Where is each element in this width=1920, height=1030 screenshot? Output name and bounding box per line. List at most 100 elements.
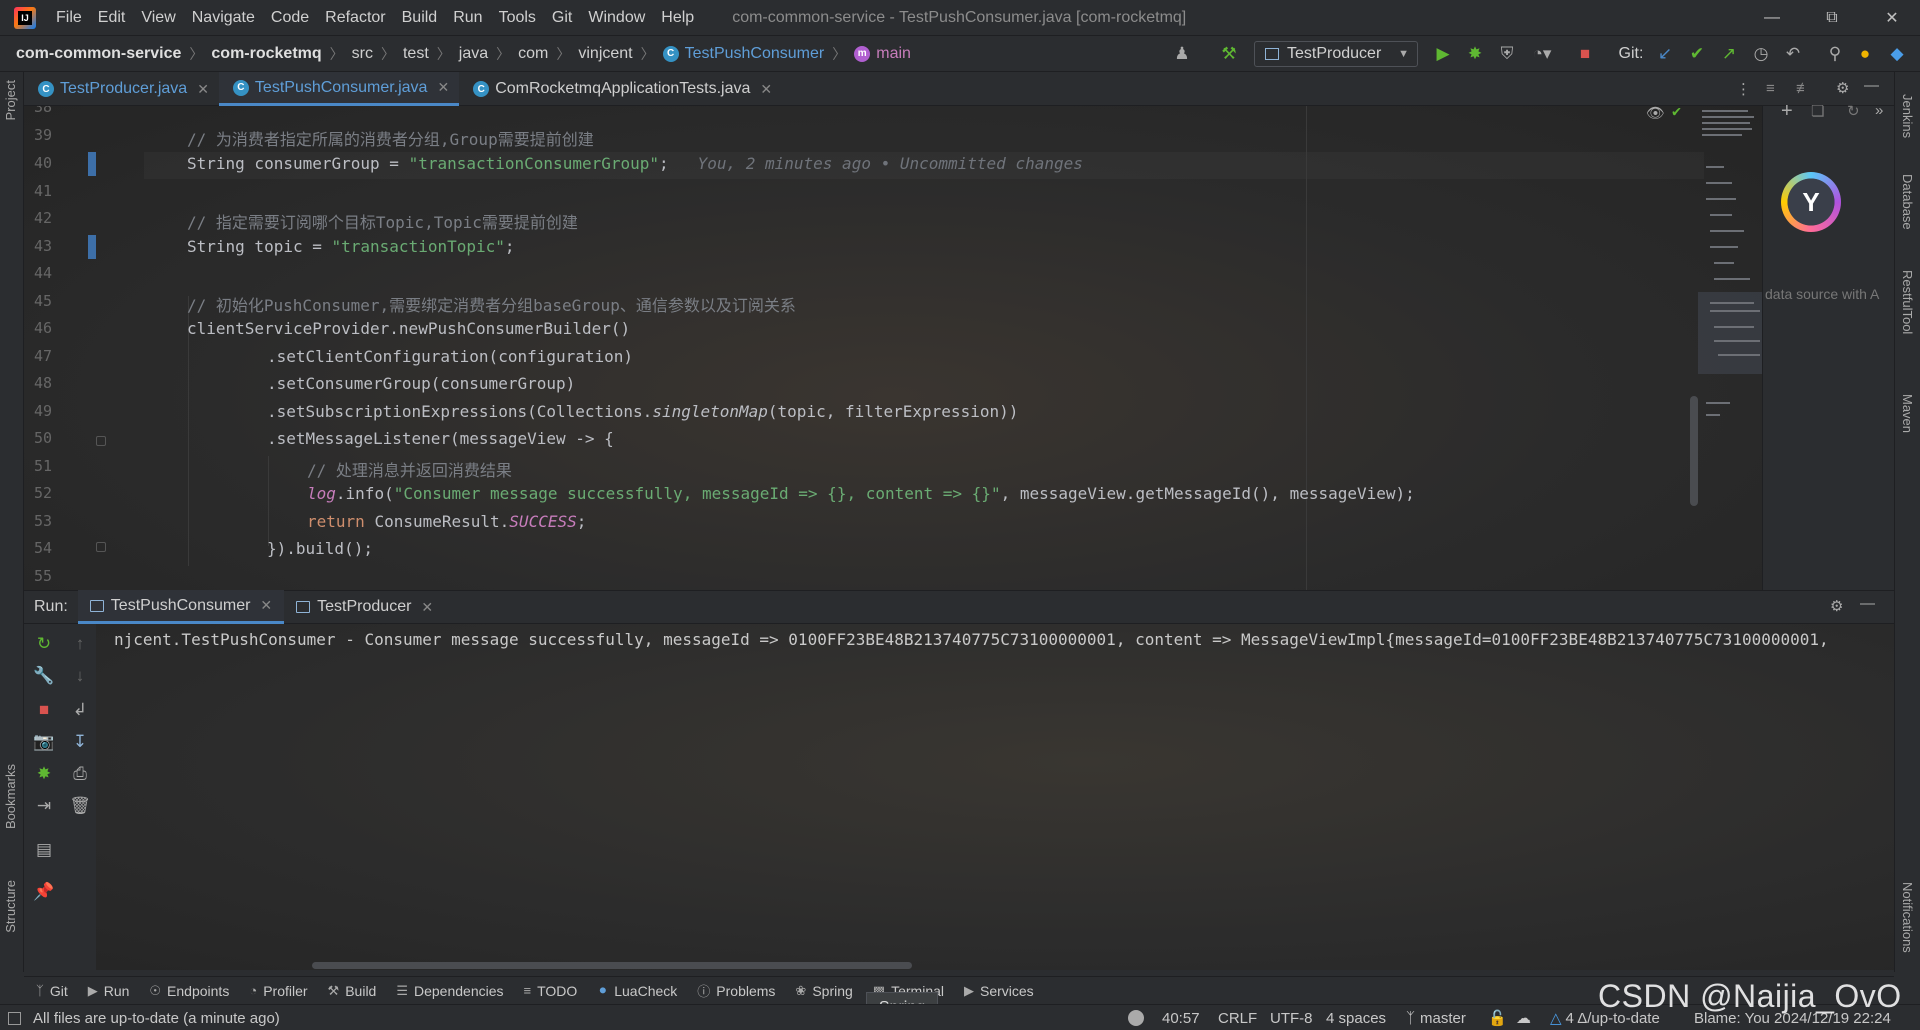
database-tool-window[interactable]: Database: [1900, 174, 1915, 230]
debug-icon[interactable]: ✸: [1460, 36, 1490, 72]
layout-icon[interactable]: ▤: [32, 838, 56, 862]
menu-edit[interactable]: Edit: [90, 9, 134, 27]
tool-todo[interactable]: ≡ TODO: [512, 983, 586, 999]
gear-icon[interactable]: ⚙: [1830, 597, 1843, 615]
toolbox-icon[interactable]: ◆: [1882, 36, 1912, 72]
user-account-icon[interactable]: ♟: [1164, 36, 1200, 72]
breadcrumb-com[interactable]: com: [514, 45, 552, 63]
gear-icon[interactable]: ⚙: [1836, 79, 1849, 97]
hide-panel-icon[interactable]: —: [1864, 77, 1879, 94]
bookmarks-tool-window[interactable]: Bookmarks: [3, 764, 18, 829]
build-hammer-icon[interactable]: ⚒: [1214, 36, 1244, 72]
breadcrumb-src[interactable]: src: [348, 45, 377, 63]
reader-mode-icon[interactable]: 👁: [1646, 106, 1665, 122]
git-commit-icon[interactable]: ✔: [1682, 36, 1712, 72]
caret-position[interactable]: 40:57: [1162, 1005, 1200, 1030]
import-icon[interactable]: ⇥: [32, 794, 56, 818]
run-icon[interactable]: ▶: [1428, 36, 1458, 72]
pin-icon[interactable]: 📌: [32, 880, 56, 904]
menu-code[interactable]: Code: [263, 9, 317, 27]
tool-problems[interactable]: ⓘ Problems: [685, 981, 783, 1000]
soft-wrap-icon[interactable]: ↲: [68, 698, 92, 722]
breadcrumb-module[interactable]: com-rocketmq: [207, 45, 325, 63]
close-icon[interactable]: ✕: [421, 599, 433, 616]
vcs-change-marker[interactable]: [88, 152, 96, 176]
menu-help[interactable]: Help: [653, 9, 702, 27]
tab-comrocketmqapplicationtests[interactable]: C ComRocketmqApplicationTests.java ✕: [459, 72, 782, 106]
add-datasource-icon[interactable]: +: [1781, 100, 1793, 123]
close-icon[interactable]: ✕: [197, 81, 209, 98]
memory-indicator-icon[interactable]: [1128, 1005, 1144, 1030]
hide-panel-icon[interactable]: —: [1860, 595, 1875, 612]
close-icon[interactable]: ✕: [437, 79, 449, 96]
git-update-icon[interactable]: ↙: [1650, 36, 1680, 72]
structure-tool-window[interactable]: Structure: [3, 880, 18, 933]
code-editor[interactable]: 38 39 40 41 42 43 44 45 46 47 48 49 50 5…: [24, 106, 1762, 590]
tab-testpushconsumer[interactable]: C TestPushConsumer.java ✕: [218, 72, 460, 106]
restfultool-tool-window[interactable]: RestfulTool: [1900, 270, 1915, 334]
wrench-icon[interactable]: 🔧: [32, 664, 56, 688]
inline-blame-annotation[interactable]: You, 2 minutes ago • Uncommitted changes: [698, 154, 1083, 173]
line-separator[interactable]: CRLF: [1218, 1005, 1257, 1030]
no-problems-check-icon[interactable]: ✔: [1672, 106, 1681, 120]
tool-dependencies[interactable]: ☰ Dependencies: [384, 983, 511, 999]
run-configuration-select[interactable]: TestProducer ▼: [1254, 41, 1418, 67]
menu-file[interactable]: File: [48, 9, 90, 27]
vcs-change-marker[interactable]: [88, 235, 96, 259]
restore-window-button[interactable]: ⧉: [1802, 0, 1862, 36]
tab-testproducer[interactable]: C TestProducer.java ✕: [24, 72, 219, 106]
menu-run[interactable]: Run: [445, 9, 490, 27]
scroll-to-end-icon[interactable]: ↧: [68, 730, 92, 754]
tool-profiler[interactable]: ◔ Profiler: [237, 983, 315, 999]
close-window-button[interactable]: ✕: [1862, 0, 1920, 36]
refresh-icon[interactable]: ↻: [1847, 102, 1860, 120]
lock-icon[interactable]: 🔓: [1488, 1005, 1507, 1030]
run-console-output[interactable]: njcent.TestPushConsumer - Consumer messa…: [96, 624, 1894, 970]
git-push-icon[interactable]: ↗: [1714, 36, 1744, 72]
maven-tool-window[interactable]: Maven: [1900, 394, 1915, 433]
collapse-all-icon[interactable]: ≢: [1796, 80, 1811, 97]
status-message[interactable]: All files are up-to-date (a minute ago): [8, 1005, 280, 1030]
expand-all-icon[interactable]: ≡: [1766, 80, 1775, 97]
more-icon[interactable]: »: [1875, 102, 1883, 119]
tool-git[interactable]: ᛉ Git: [24, 983, 76, 999]
close-icon[interactable]: ✕: [260, 597, 272, 614]
print-icon[interactable]: ⎙: [68, 762, 92, 786]
breadcrumb-test[interactable]: test: [399, 45, 433, 63]
jenkins-tool-window[interactable]: Jenkins: [1900, 94, 1915, 138]
tool-run[interactable]: ▶ Run: [76, 983, 138, 999]
history-icon[interactable]: ◷: [1746, 36, 1776, 72]
breadcrumb-vinjcent[interactable]: vinjcent: [574, 45, 636, 63]
debug-bug-icon[interactable]: ✸: [32, 762, 56, 786]
search-icon[interactable]: ⚲: [1820, 36, 1850, 72]
indent-setting[interactable]: 4 spaces: [1326, 1005, 1386, 1030]
arrow-up-icon[interactable]: ↑: [68, 632, 92, 656]
stop-icon[interactable]: ■: [32, 698, 56, 722]
menu-git[interactable]: Git: [544, 9, 580, 27]
fold-icon[interactable]: [96, 436, 106, 446]
notifications-tool-window[interactable]: Notifications: [1900, 882, 1915, 953]
run-tab-testproducer[interactable]: TestProducer ✕: [284, 590, 445, 624]
run-tab-testpushconsumer[interactable]: TestPushConsumer ✕: [77, 590, 285, 624]
code-minimap[interactable]: [1698, 106, 1762, 526]
copy-icon[interactable]: ❏: [1811, 102, 1824, 120]
connection-icon[interactable]: ☁: [1516, 1005, 1531, 1030]
menu-build[interactable]: Build: [394, 9, 446, 27]
console-horizontal-scrollbar[interactable]: [312, 962, 912, 969]
tool-services[interactable]: ▶ Services: [952, 983, 1042, 999]
menu-tools[interactable]: Tools: [491, 9, 544, 27]
git-branch[interactable]: ᛉ master: [1406, 1005, 1466, 1030]
trash-icon[interactable]: 🗑: [68, 794, 92, 818]
fold-icon[interactable]: [96, 542, 106, 552]
file-encoding[interactable]: UTF-8: [1270, 1005, 1313, 1030]
editor-vertical-scrollbar[interactable]: [1690, 396, 1698, 506]
profile-icon[interactable]: ◔▾: [1522, 36, 1562, 72]
rollback-icon[interactable]: ↶: [1778, 36, 1808, 72]
camera-icon[interactable]: 📷: [32, 730, 56, 754]
tool-luacheck[interactable]: ⚫ LuaCheck: [585, 983, 685, 999]
menu-refactor[interactable]: Refactor: [317, 9, 393, 27]
breadcrumb-class[interactable]: C TestPushConsumer: [659, 45, 829, 63]
menu-window[interactable]: Window: [580, 9, 653, 27]
update-available-icon[interactable]: ●: [1852, 36, 1878, 72]
close-icon[interactable]: ✕: [760, 81, 772, 98]
